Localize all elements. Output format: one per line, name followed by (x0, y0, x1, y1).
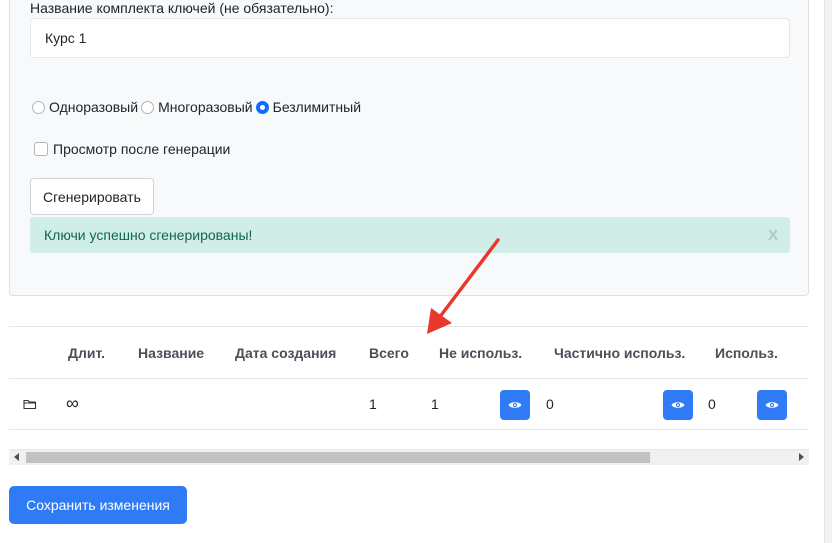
cell-used: 0 (708, 396, 716, 412)
table-horizontal-scrollbar[interactable] (9, 449, 809, 465)
header-used[interactable]: Использ. (715, 345, 778, 361)
cell-unused: 1 (431, 396, 439, 412)
preview-after-generation[interactable]: Просмотр после генерации (34, 141, 230, 157)
header-partial[interactable]: Частично использ. (554, 345, 685, 361)
eye-icon (508, 402, 522, 408)
table-header: Длит. Название Дата создания Всего Не ис… (9, 326, 809, 379)
alert-close-button[interactable]: X (768, 227, 778, 244)
success-alert-text: Ключи успешно сгенерированы! (44, 227, 253, 243)
cell-total: 1 (369, 396, 377, 412)
view-partial-button[interactable] (663, 390, 693, 420)
radio-unlimited-label: Безлимитный (272, 99, 362, 115)
success-alert: Ключи успешно сгенерированы! X (30, 217, 790, 253)
preview-checkbox[interactable] (34, 142, 48, 156)
header-duration[interactable]: Длит. (68, 345, 105, 361)
eye-icon (765, 402, 779, 408)
table-row: ∞ 1 1 0 0 (9, 379, 809, 430)
radio-multi-use[interactable]: Многоразовый (141, 99, 253, 115)
cell-duration: ∞ (66, 393, 79, 413)
eye-icon (671, 402, 685, 408)
radio-multi-use-label: Многоразовый (158, 99, 253, 115)
scroll-left-arrow-icon[interactable] (14, 453, 19, 461)
generate-button[interactable]: Сгенерировать (30, 178, 154, 215)
radio-unlimited[interactable]: Безлимитный (255, 99, 362, 115)
radio-single-use-label: Одноразовый (49, 99, 139, 115)
header-name[interactable]: Название (138, 345, 204, 361)
kit-name-input[interactable] (30, 18, 790, 58)
header-unused[interactable]: Не использ. (439, 345, 522, 361)
keys-table: Длит. Название Дата создания Всего Не ис… (9, 326, 809, 430)
folder-icon[interactable] (23, 397, 37, 413)
page-right-edge (824, 0, 832, 543)
cell-partial: 0 (546, 396, 554, 412)
generation-form-card: Название комплекта ключей (не обязательн… (9, 0, 809, 296)
scrollbar-thumb[interactable] (26, 452, 650, 463)
radio-multi-use-circle[interactable] (141, 100, 155, 114)
header-total[interactable]: Всего (369, 345, 409, 361)
key-type-radio-group: Одноразовый Многоразовый Безлимитный (32, 99, 364, 115)
preview-checkbox-label: Просмотр после генерации (53, 141, 231, 157)
radio-single-use-circle[interactable] (32, 100, 45, 114)
kit-name-label: Название комплекта ключей (не обязательн… (30, 0, 334, 16)
radio-single-use[interactable]: Одноразовый (32, 99, 138, 115)
view-used-button[interactable] (757, 390, 787, 420)
header-created[interactable]: Дата создания (235, 345, 336, 361)
view-unused-button[interactable] (500, 390, 530, 420)
save-changes-button[interactable]: Сохранить изменения (9, 486, 187, 524)
scroll-right-arrow-icon[interactable] (799, 453, 804, 461)
radio-unlimited-circle[interactable] (255, 100, 269, 114)
